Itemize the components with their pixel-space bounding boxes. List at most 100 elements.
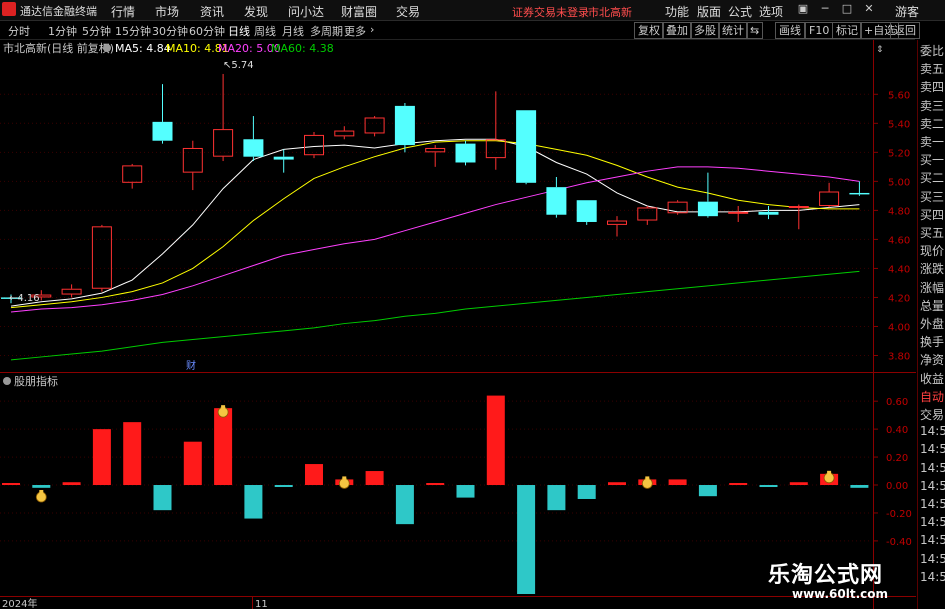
menu-discover[interactable]: 发现 [244, 3, 268, 20]
indicator-bar[interactable] [850, 485, 869, 488]
period-multi-tab[interactable]: 多周期 [310, 23, 343, 39]
candlestick[interactable] [394, 102, 415, 153]
sidebar-item[interactable]: 卖五 [920, 60, 945, 77]
candlestick[interactable] [152, 84, 173, 144]
stats-button[interactable]: 统计 [718, 22, 748, 39]
candlestick[interactable] [182, 140, 203, 191]
period-tick-tab[interactable]: 分时 [8, 23, 30, 39]
sidebar-item[interactable]: 14:56 [920, 570, 945, 584]
candlestick[interactable] [546, 176, 567, 218]
indicator-bar[interactable] [123, 422, 142, 486]
indicator-bar[interactable] [305, 464, 323, 486]
maximize-icon[interactable]: □ [840, 2, 854, 16]
period-15min-tab[interactable]: 15分钟 [115, 23, 151, 39]
sidebar-item[interactable]: 收益 [920, 370, 945, 387]
candlestick[interactable] [425, 145, 446, 167]
sidebar-item[interactable]: 交易 [920, 406, 945, 423]
period-daily-tab[interactable]: 日线 [228, 23, 250, 39]
indicator-bar[interactable] [577, 485, 596, 499]
sidebar-item[interactable]: 14:56 [920, 479, 945, 493]
sidebar-item[interactable]: 换手 [920, 333, 945, 350]
candlestick[interactable] [728, 206, 749, 222]
menu-news[interactable]: 资讯 [200, 3, 224, 20]
menu-function[interactable]: 功能 [665, 3, 689, 20]
menu-wealth[interactable]: 财富圈 [341, 3, 377, 20]
sidebar-item[interactable]: 买一 [920, 151, 945, 168]
main-settings-icon[interactable] [103, 44, 111, 52]
indicator-bar[interactable] [486, 395, 505, 486]
menu-trade[interactable]: 交易 [396, 3, 420, 20]
candlestick[interactable] [334, 126, 355, 140]
draw-line-button[interactable]: 画线 [775, 22, 805, 39]
sidebar-item[interactable]: 净资 [920, 351, 945, 368]
f10-button[interactable]: F10 [805, 22, 834, 39]
indicator-bar[interactable] [153, 485, 172, 511]
current-stock-name[interactable]: 市北高新 [588, 4, 632, 20]
sidebar-item[interactable]: 14:56 [920, 497, 945, 511]
period-monthly-tab[interactable]: 月线 [282, 23, 304, 39]
multi-stock-button[interactable]: 多股 [690, 22, 720, 39]
menu-layout[interactable]: 版面 [697, 3, 721, 20]
indicator-bar[interactable] [547, 485, 566, 511]
indicator-bar[interactable] [183, 441, 202, 486]
sidebar-item[interactable]: 14:56 [920, 533, 945, 547]
menu-ask[interactable]: 问小达 [288, 3, 324, 20]
candlestick[interactable] [273, 149, 294, 173]
back-button[interactable]: 返回 [890, 22, 920, 39]
chat-icon[interactable]: ▣ [796, 2, 810, 16]
sidebar-item[interactable]: 总量 [920, 297, 945, 314]
sidebar-item[interactable]: 买三 [920, 188, 945, 205]
sidebar-item[interactable]: 委比 [920, 42, 945, 59]
sidebar-item[interactable]: 14:56 [920, 442, 945, 456]
candlestick[interactable] [637, 206, 658, 225]
menu-formula[interactable]: 公式 [728, 3, 752, 20]
overlay-button[interactable]: 叠加 [662, 22, 692, 39]
kline-chart[interactable]: 5.60 5.40 5.20 5.00 4.80 4.60 4.40 4.20 4.00 3.80… [0, 40, 916, 609]
indicator-settings-icon[interactable] [3, 377, 11, 385]
period-30min-tab[interactable]: 30分钟 [152, 23, 188, 39]
candlestick[interactable] [758, 206, 779, 220]
candlestick[interactable] [516, 110, 537, 185]
scale-mode-label[interactable]: ⇕ [876, 45, 884, 55]
close-icon[interactable]: ✕ [862, 2, 876, 16]
sidebar-item[interactable]: 买四 [920, 206, 945, 223]
indicator-bar[interactable] [517, 485, 536, 594]
nav-arrows-icon[interactable]: ⇆ [746, 22, 764, 39]
candlestick[interactable] [304, 132, 324, 159]
indicator-bar[interactable] [365, 471, 384, 486]
more-chevron-icon[interactable]: › [370, 23, 374, 36]
indicator-bars[interactable] [2, 395, 869, 594]
sidebar-item[interactable]: 卖三 [920, 97, 945, 114]
finance-event-mark[interactable]: 财 [186, 359, 196, 372]
minimize-icon[interactable]: ─ [818, 2, 832, 16]
period-more-tab[interactable]: 更多 [344, 23, 366, 39]
indicator-bar[interactable] [244, 485, 263, 519]
candlestick[interactable] [122, 163, 143, 189]
mark-button[interactable]: 标记 [832, 22, 862, 39]
sidebar-item[interactable]: 涨跌 [920, 260, 945, 277]
user-label[interactable]: 游客 [895, 3, 919, 20]
menu-market[interactable]: 市场 [155, 3, 179, 20]
candlestick[interactable] [607, 216, 627, 237]
sidebar-item[interactable]: 14:56 [920, 552, 945, 566]
sidebar-item[interactable]: 涨幅 [920, 279, 945, 296]
candlestick[interactable] [213, 73, 234, 162]
candlestick[interactable] [576, 200, 597, 225]
sidebar-item[interactable]: 买二 [920, 169, 945, 186]
sidebar-item[interactable]: 14:56 [920, 424, 945, 438]
indicator-bar[interactable] [426, 483, 445, 486]
menu-options[interactable]: 选项 [759, 3, 783, 20]
indicator-bar[interactable] [32, 485, 51, 488]
sidebar-item[interactable]: 卖四 [920, 78, 945, 95]
candlesticks[interactable] [1, 73, 870, 304]
indicator-bar[interactable] [608, 482, 626, 486]
candlestick[interactable] [91, 224, 112, 292]
menu-quotes[interactable]: 行情 [111, 3, 135, 20]
indicator-bar[interactable] [759, 485, 778, 488]
candlestick[interactable] [849, 181, 870, 196]
candlestick[interactable] [667, 200, 688, 215]
sidebar-item[interactable]: 买五 [920, 224, 945, 241]
period-1min-tab[interactable]: 1分钟 [48, 23, 77, 39]
indicator-bar[interactable] [729, 483, 748, 486]
candlestick[interactable] [819, 182, 840, 208]
